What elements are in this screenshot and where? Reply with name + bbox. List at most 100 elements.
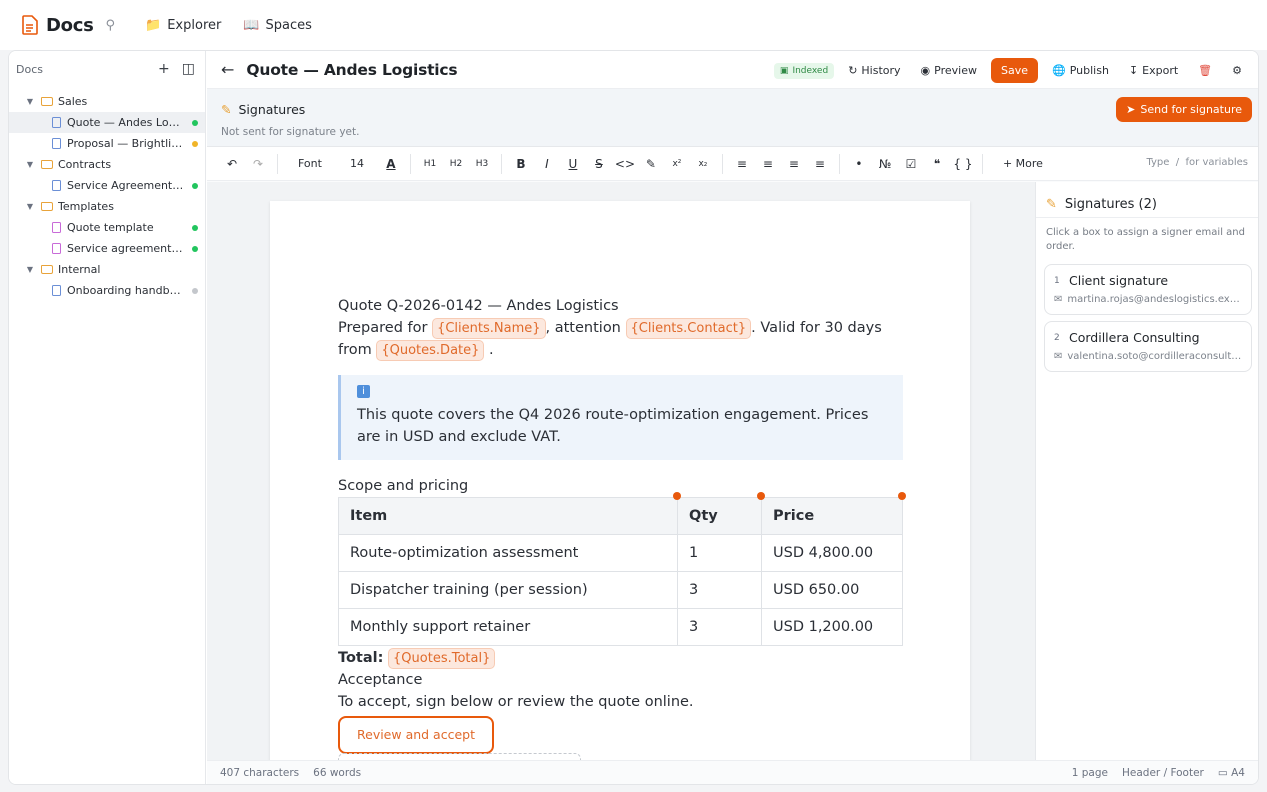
sidebar-folder[interactable]: ▼ Contracts xyxy=(9,154,205,175)
publish-button[interactable]: 🌐 Publish xyxy=(1046,60,1115,81)
pin-icon[interactable]: ⚲ xyxy=(106,18,116,33)
var-quote-date[interactable]: {Quotes.Date} xyxy=(376,340,485,361)
header-footer-button[interactable]: Header / Footer xyxy=(1122,767,1204,779)
table-cell[interactable]: 1 xyxy=(677,534,762,572)
total-line: Total: {Quotes.Total} xyxy=(338,647,903,669)
var-client-name[interactable]: {Clients.Name} xyxy=(432,318,546,339)
status-dot xyxy=(192,224,198,231)
export-button[interactable]: ↧ Export xyxy=(1123,60,1184,81)
preview-button[interactable]: ◉ Preview xyxy=(915,60,983,81)
signer-card[interactable]: 2 Cordillera Consulting ✉ valentina.soto@co… xyxy=(1044,321,1252,372)
status-dot xyxy=(192,140,198,147)
trash-icon[interactable]: 🗑 xyxy=(1192,60,1218,81)
nav-spaces[interactable]: 📖 Spaces xyxy=(243,18,312,33)
sidebar-doc[interactable]: Quote template xyxy=(9,217,205,238)
italic-icon[interactable]: I xyxy=(534,157,560,171)
align-justify-icon[interactable]: ≡ xyxy=(807,157,833,171)
send-for-signature-button[interactable]: ➤ Send for signature xyxy=(1116,97,1252,122)
table-cell[interactable]: Dispatcher training (per session) xyxy=(338,571,678,609)
signature-box[interactable] xyxy=(338,753,581,760)
table-cell[interactable]: 3 xyxy=(677,608,762,646)
font-select[interactable]: Font xyxy=(284,157,336,170)
signatures-title: Signatures xyxy=(238,102,306,117)
sidebar-doc[interactable]: Quote — Andes Logistics xyxy=(9,112,205,133)
var-client-contact[interactable]: {Clients.Contact} xyxy=(625,318,752,339)
strikethrough-icon[interactable]: S xyxy=(586,157,612,171)
table-cell[interactable]: Route-optimization assessment xyxy=(338,534,678,572)
highlight-icon[interactable]: ✎ xyxy=(638,157,664,171)
signatures-panel: ✎ Signatures (2) Click a box to assign a … xyxy=(1035,182,1258,760)
superscript-icon[interactable]: x² xyxy=(664,159,690,169)
indexed-badge: ▣ Indexed xyxy=(773,62,835,79)
table-row[interactable]: Route-optimization assessment 1 USD 4,800.… xyxy=(338,534,903,572)
checklist-icon[interactable]: ☑ xyxy=(898,157,924,171)
sidebar-item-label: Service Agreement — Andes xyxy=(67,179,185,192)
align-left-icon[interactable]: ≡ xyxy=(729,157,755,171)
font-size-select[interactable]: 14 xyxy=(336,157,378,170)
folder-icon xyxy=(41,202,53,211)
table-row[interactable]: Monthly support retainer 3 USD 1,200.00 xyxy=(338,608,903,646)
text-color-icon[interactable]: A xyxy=(378,157,404,171)
bullet-list-icon[interactable]: • xyxy=(846,157,872,171)
bold-icon[interactable]: B xyxy=(508,157,534,171)
align-center-icon[interactable]: ≡ xyxy=(755,157,781,171)
table-cell[interactable]: 3 xyxy=(677,571,762,609)
sidebar-toggle-icon[interactable]: ◫ xyxy=(182,61,195,77)
pricing-table[interactable]: Item Qty Price Route-optimization assess… xyxy=(338,497,903,646)
history-button[interactable]: ↻ History xyxy=(842,60,906,81)
globe-icon: 🌐 xyxy=(1052,64,1066,77)
column-resize-handle[interactable] xyxy=(898,492,906,500)
sidebar-folder[interactable]: ▼ Sales xyxy=(9,91,205,112)
h2-icon[interactable]: H2 xyxy=(443,159,469,169)
underline-icon[interactable]: U xyxy=(560,157,586,171)
undo-icon[interactable]: ↶ xyxy=(219,157,245,171)
chevron-down-icon: ▼ xyxy=(26,265,34,274)
document-icon xyxy=(52,285,61,296)
sidebar-doc[interactable]: Proposal — Brightline Foods xyxy=(9,133,205,154)
code-icon[interactable]: <> xyxy=(612,157,638,171)
document-icon xyxy=(52,180,61,191)
variable-braces-icon[interactable]: { } xyxy=(950,157,976,171)
table-cell[interactable]: USD 650.00 xyxy=(761,571,903,609)
redo-icon[interactable]: ↷ xyxy=(245,157,271,171)
scope-heading: Scope and pricing xyxy=(338,478,469,494)
signatures-bar: ✎ Signatures Not sent for signature yet. … xyxy=(207,89,1258,147)
save-button[interactable]: Save xyxy=(990,58,1038,83)
settings-sliders-icon[interactable]: ⚙ xyxy=(1226,60,1248,81)
info-callout: i This quote covers the Q4 2026 route-op… xyxy=(338,375,903,460)
var-quote-total[interactable]: {Quotes.Total} xyxy=(388,648,496,669)
table-cell[interactable]: Monthly support retainer xyxy=(338,608,678,646)
document-icon xyxy=(52,243,61,254)
column-resize-handle[interactable] xyxy=(673,492,681,500)
table-row[interactable]: Dispatcher training (per session) 3 USD 65… xyxy=(338,571,903,609)
review-and-accept-button[interactable]: Review and accept xyxy=(338,716,494,754)
add-icon[interactable]: + xyxy=(158,61,170,77)
table-cell[interactable]: USD 1,200.00 xyxy=(761,608,903,646)
more-button[interactable]: + More xyxy=(989,157,1057,170)
document-canvas[interactable]: Quote Q-2026-0142 — Andes Logistics Prep… xyxy=(207,182,1035,760)
signer-card[interactable]: 1 Client signature ✉ martina.rojas@andeslog… xyxy=(1044,264,1252,315)
table-cell[interactable]: USD 4,800.00 xyxy=(761,534,903,572)
document-page[interactable]: Quote Q-2026-0142 — Andes Logistics Prep… xyxy=(270,201,970,760)
doc-title: Quote — Andes Logistics xyxy=(246,60,458,79)
numbered-list-icon[interactable]: № xyxy=(872,157,898,171)
sidebar-doc[interactable]: Service agreement template xyxy=(9,238,205,259)
sidebar-doc[interactable]: Service Agreement — Andes xyxy=(9,175,205,196)
h3-icon[interactable]: H3 xyxy=(469,159,495,169)
align-right-icon[interactable]: ≡ xyxy=(781,157,807,171)
sidebar-item-label: Internal xyxy=(58,263,101,276)
column-resize-handle[interactable] xyxy=(757,492,765,500)
quote-icon[interactable]: ❝ xyxy=(924,157,950,171)
h1-icon[interactable]: H1 xyxy=(417,159,443,169)
paper-size[interactable]: ▭ A4 xyxy=(1218,767,1245,779)
sidebar-folder[interactable]: ▼ Templates xyxy=(9,196,205,217)
prepared-line: Prepared for {Clients.Name}, attention {… xyxy=(338,317,903,361)
sidebar-folder[interactable]: ▼ Internal xyxy=(9,259,205,280)
table-header: Price xyxy=(761,497,903,535)
back-arrow-icon[interactable]: ← xyxy=(221,60,234,79)
sidebar-doc[interactable]: Onboarding handbook xyxy=(9,280,205,301)
nav-explorer[interactable]: 📁 Explorer xyxy=(145,18,221,33)
subscript-icon[interactable]: x₂ xyxy=(690,159,716,169)
download-icon: ↧ xyxy=(1128,64,1139,77)
status-bar: 407 characters 66 words 1 page Header / Fo… xyxy=(207,760,1258,784)
